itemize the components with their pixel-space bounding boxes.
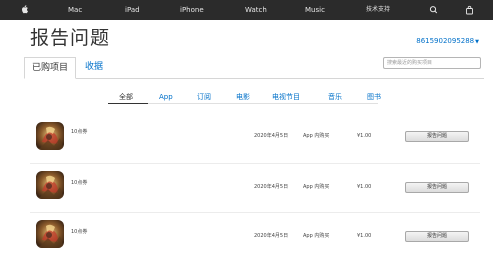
report-problem-button[interactable]: 报告问题	[405, 231, 469, 242]
app-artwork-icon	[36, 171, 64, 199]
page-title: 报告问题	[30, 27, 111, 49]
filter-music[interactable]: 音乐	[328, 91, 342, 103]
filter-all[interactable]: 全部	[119, 91, 133, 103]
caret-down-icon: ▼	[475, 39, 479, 45]
tab-purchased[interactable]: 已购项目	[24, 57, 77, 79]
global-nav: Mac iPad iPhone Watch Music 技术支持	[0, 0, 493, 20]
nav-item-ipad[interactable]: iPad	[125, 0, 140, 20]
app-artwork-icon	[36, 220, 64, 248]
apple-logo-icon[interactable]	[20, 0, 29, 20]
item-name: 10点券	[71, 180, 88, 186]
nav-item-music[interactable]: Music	[305, 0, 325, 20]
report-problem-button[interactable]: 报告问题	[405, 182, 469, 193]
app-artwork-icon	[36, 122, 64, 150]
tab-receipts[interactable]: 收据	[78, 57, 110, 79]
row-divider	[30, 163, 480, 164]
category-filter-bar: 全部 App 订阅 电影 电视节目 音乐 图书	[0, 91, 493, 105]
purchase-row: 10点券 2020年4月5日 App 内购买 ¥1.00 报告问题	[0, 122, 493, 162]
account-menu[interactable]: 8615902095288▼	[416, 36, 479, 47]
nav-item-support[interactable]: 技术支持	[366, 0, 390, 20]
purchase-price: ¥1.00	[357, 133, 372, 139]
row-divider	[30, 212, 480, 213]
account-id: 8615902095288	[416, 37, 475, 45]
item-name: 10点券	[71, 129, 88, 135]
purchase-price: ¥1.00	[357, 184, 372, 190]
purchase-type: App 内购买	[303, 133, 330, 139]
bag-icon[interactable]	[465, 0, 474, 20]
purchase-date: 2020年4月5日	[254, 184, 289, 190]
purchase-price: ¥1.00	[357, 233, 372, 239]
purchase-row: 10点券 2020年4月5日 App 内购买 ¥1.00 报告问题	[0, 220, 493, 260]
item-name: 10点券	[71, 229, 88, 235]
nav-item-iphone[interactable]: iPhone	[180, 0, 204, 20]
search-icon[interactable]	[429, 0, 438, 20]
filter-books[interactable]: 图书	[367, 91, 381, 103]
purchase-date: 2020年4月5日	[254, 133, 289, 139]
filter-subscriptions[interactable]: 订阅	[197, 91, 211, 103]
purchase-type: App 内购买	[303, 233, 330, 239]
filter-tv-shows[interactable]: 电视节目	[272, 91, 300, 103]
filter-app[interactable]: App	[159, 91, 173, 103]
purchase-date: 2020年4月5日	[254, 233, 289, 239]
report-problem-button[interactable]: 报告问题	[405, 131, 469, 142]
search-input[interactable]	[383, 57, 481, 69]
purchase-type: App 内购买	[303, 184, 330, 190]
nav-item-watch[interactable]: Watch	[245, 0, 267, 20]
purchase-row: 10点券 2020年4月5日 App 内购买 ¥1.00 报告问题	[0, 171, 493, 211]
filter-movies[interactable]: 电影	[236, 91, 250, 103]
nav-item-mac[interactable]: Mac	[68, 0, 82, 20]
